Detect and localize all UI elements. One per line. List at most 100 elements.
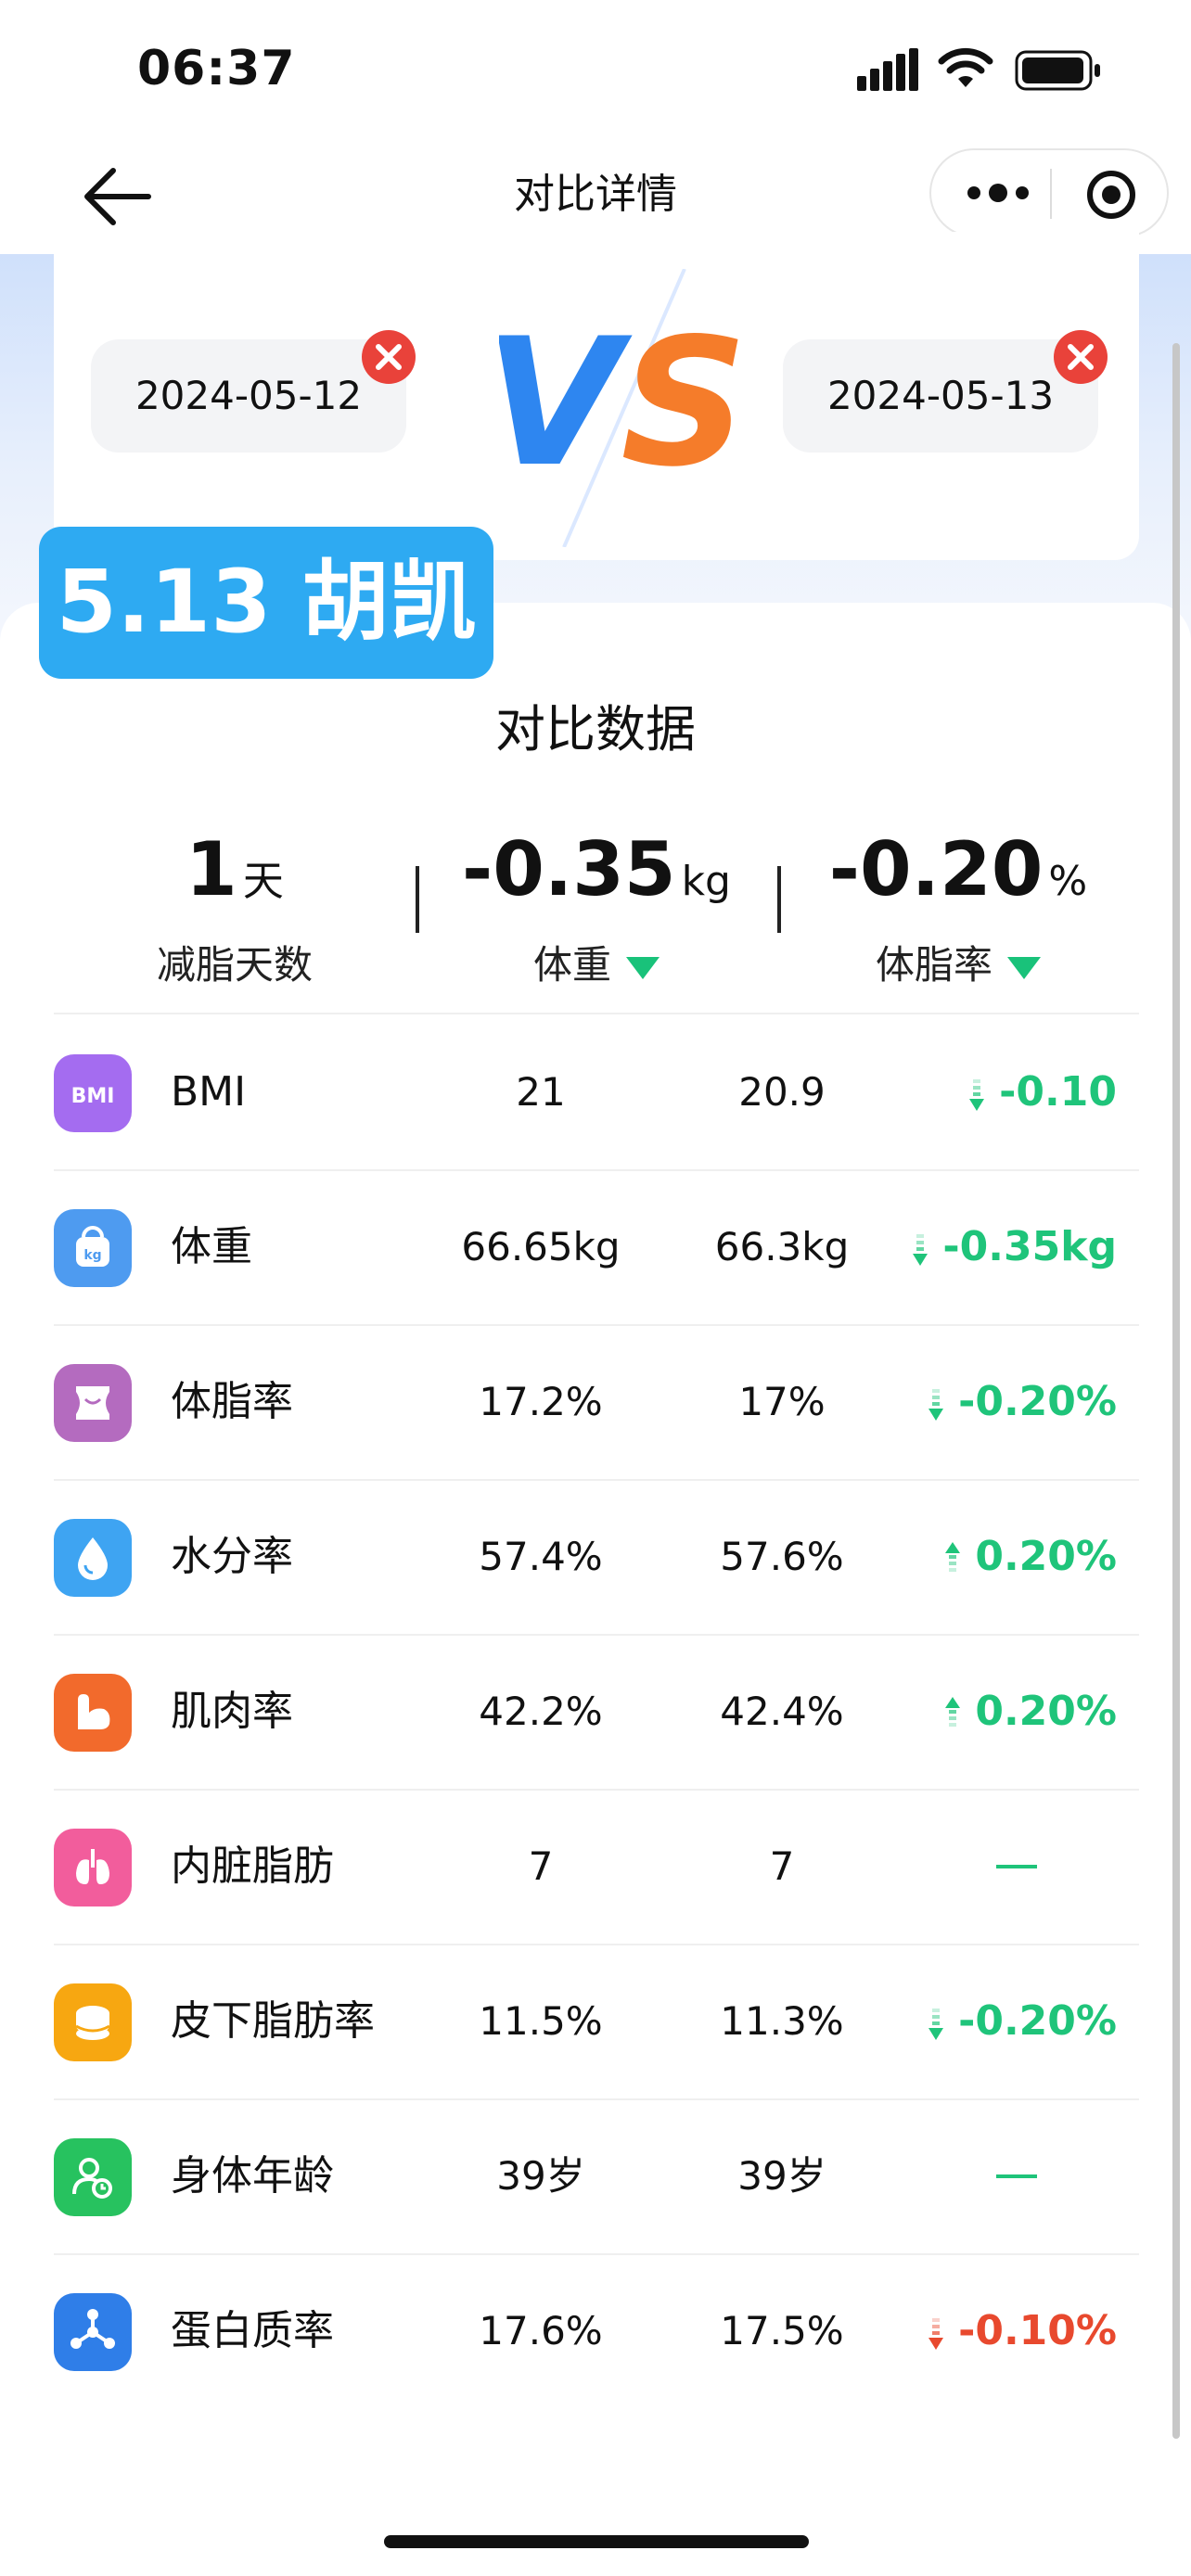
vs-logo: VS [499, 269, 740, 547]
metric-difference-value: 0.20% [975, 1688, 1117, 1735]
summary-value: 1 [186, 826, 237, 912]
metric-value-right: 11.3% [720, 1998, 844, 2044]
metric-value-right: 17.5% [720, 2308, 844, 2353]
status-time: 06:37 [137, 41, 296, 96]
metrics-list: BMI BMI 21 20.9 -0.10 kg 体重 66.65kg 66.3kg -0.35k… [54, 1016, 1139, 2408]
summary-value: -0.35 [461, 826, 676, 912]
metric-value-right: 42.4% [720, 1689, 844, 1734]
metric-difference-value: -0.20% [958, 1378, 1117, 1425]
arrow-down-icon [913, 1234, 928, 1266]
metric-row: 体脂率 17.2% 17% -0.20% [54, 1326, 1139, 1481]
remove-date-left-icon[interactable] [360, 328, 417, 386]
svg-text:kg: kg [83, 1248, 101, 1263]
scrollbar[interactable] [1172, 343, 1180, 2439]
metric-row: 内脏脂肪 7 7 [54, 1791, 1139, 1945]
metric-name: 体脂率 [171, 1378, 293, 1425]
svg-text:BMI: BMI [71, 1085, 115, 1108]
arrow-down-icon [928, 2009, 944, 2040]
arrow-down-icon [969, 1079, 985, 1111]
metric-difference: -0.20% [927, 1994, 1117, 2049]
metric-difference: -0.10 [967, 1065, 1117, 1120]
metric-row: 肌肉率 42.2% 42.4% 0.20% [54, 1636, 1139, 1791]
capsule-divider [1050, 169, 1052, 219]
metric-name: 身体年龄 [171, 2152, 334, 2200]
arrow-down-icon [928, 1389, 944, 1421]
metric-difference: -0.20% [927, 1374, 1117, 1430]
metric-value-right: 66.3kg [714, 1224, 850, 1269]
metric-value-right: 39岁 [737, 2153, 826, 2199]
metric-value-right: 17% [738, 1379, 826, 1424]
overlay-name-tag: 5.13 胡凯 [39, 527, 493, 679]
weight-kg-icon: kg [54, 1209, 132, 1287]
arrow-down-icon [928, 2318, 944, 2350]
metric-value-left: 42.2% [479, 1689, 603, 1734]
metric-row: kg 体重 66.65kg 66.3kg -0.35kg [54, 1171, 1139, 1326]
metric-difference: -0.10% [927, 2303, 1117, 2359]
remove-date-right-icon[interactable] [1052, 328, 1109, 386]
summary-divider-line [54, 1013, 1139, 1014]
more-dots-icon[interactable] [959, 172, 1037, 213]
battery-icon [1015, 50, 1100, 91]
summary-stats: 1天 减脂天数 -0.35 kg 体重 -0.20% 体脂率 [54, 825, 1139, 1011]
metric-value-right: 20.9 [738, 1069, 826, 1115]
metric-value-right: 57.6% [720, 1534, 844, 1579]
metric-difference-value: -0.10% [958, 2307, 1117, 2354]
down-triangle-icon [1007, 956, 1041, 979]
metric-name: 内脏脂肪 [171, 1843, 334, 1890]
metric-value-left: 7 [528, 1843, 554, 1889]
metric-name: BMI [171, 1068, 247, 1116]
water-drop-icon [54, 1519, 132, 1597]
metric-value-left: 17.6% [479, 2308, 603, 2353]
summary-weight: -0.35 kg 体重 [416, 825, 777, 993]
compare-data-card: 对比数据 1天 减脂天数 -0.35 kg 体重 -0.20% 体脂率 BMI BM… [0, 603, 1191, 2576]
metric-difference-value: 0.20% [975, 1533, 1117, 1580]
metric-name: 水分率 [171, 1533, 293, 1580]
compare-card: 2024-05-12 VS 2024-05-13 [54, 232, 1139, 560]
metric-row: 皮下脂肪率 11.5% 11.3% -0.20% [54, 1945, 1139, 2100]
muscle-icon [54, 1674, 132, 1752]
arrow-up-icon [945, 1542, 961, 1572]
metric-value-right: 7 [769, 1843, 795, 1889]
metric-difference-value: -0.35kg [942, 1223, 1117, 1270]
metric-value-left: 66.65kg [461, 1224, 621, 1269]
protein-icon [54, 2293, 132, 2371]
metric-row: BMI BMI 21 20.9 -0.10 [54, 1016, 1139, 1171]
bmi-icon: BMI [54, 1054, 132, 1132]
body-age-icon [54, 2138, 132, 2216]
body-fat-icon [54, 1364, 132, 1442]
metric-difference: 0.20% [943, 1684, 1117, 1740]
metric-row: 身体年龄 39岁 39岁 [54, 2100, 1139, 2255]
summary-unit: 天 [242, 858, 284, 905]
arrow-up-icon [945, 1697, 961, 1727]
metric-value-left: 11.5% [479, 1998, 603, 2044]
date-left-text: 2024-05-12 [134, 373, 363, 418]
metric-difference: -0.35kg [911, 1219, 1117, 1275]
metric-difference-value: -0.20% [958, 1997, 1117, 2045]
close-target-icon[interactable] [1085, 169, 1137, 221]
summary-value: -0.20 [828, 826, 1044, 912]
metric-name: 肌肉率 [171, 1688, 293, 1735]
metric-value-left: 57.4% [479, 1534, 603, 1579]
wifi-icon [938, 47, 993, 87]
summary-fat-loss-days: 1天 减脂天数 [54, 825, 416, 993]
summary-label: 减脂天数 [156, 942, 313, 988]
cellular-signal-icon [857, 48, 918, 91]
metric-difference-value: -0.10 [999, 1068, 1117, 1116]
date-pill-left[interactable]: 2024-05-12 [91, 330, 416, 453]
metric-name: 体重 [171, 1223, 252, 1270]
summary-label: 体脂率 [875, 942, 992, 988]
metric-row: 水分率 57.4% 57.6% 0.20% [54, 1481, 1139, 1636]
metric-value-left: 39岁 [496, 2153, 585, 2199]
metric-value-left: 21 [516, 1069, 566, 1115]
summary-body-fat: -0.20% 体脂率 [777, 825, 1139, 993]
no-change-dash [996, 2174, 1037, 2178]
metric-value-left: 17.2% [479, 1379, 603, 1424]
summary-unit: kg [681, 858, 731, 905]
down-triangle-icon [626, 956, 660, 979]
date-pill-right[interactable]: 2024-05-13 [783, 330, 1108, 453]
status-bar: 06:37 [0, 0, 1191, 139]
home-indicator [384, 2535, 809, 2548]
summary-label: 体重 [532, 942, 611, 988]
subcutaneous-fat-icon [54, 1983, 132, 2061]
lungs-icon [54, 1829, 132, 1906]
